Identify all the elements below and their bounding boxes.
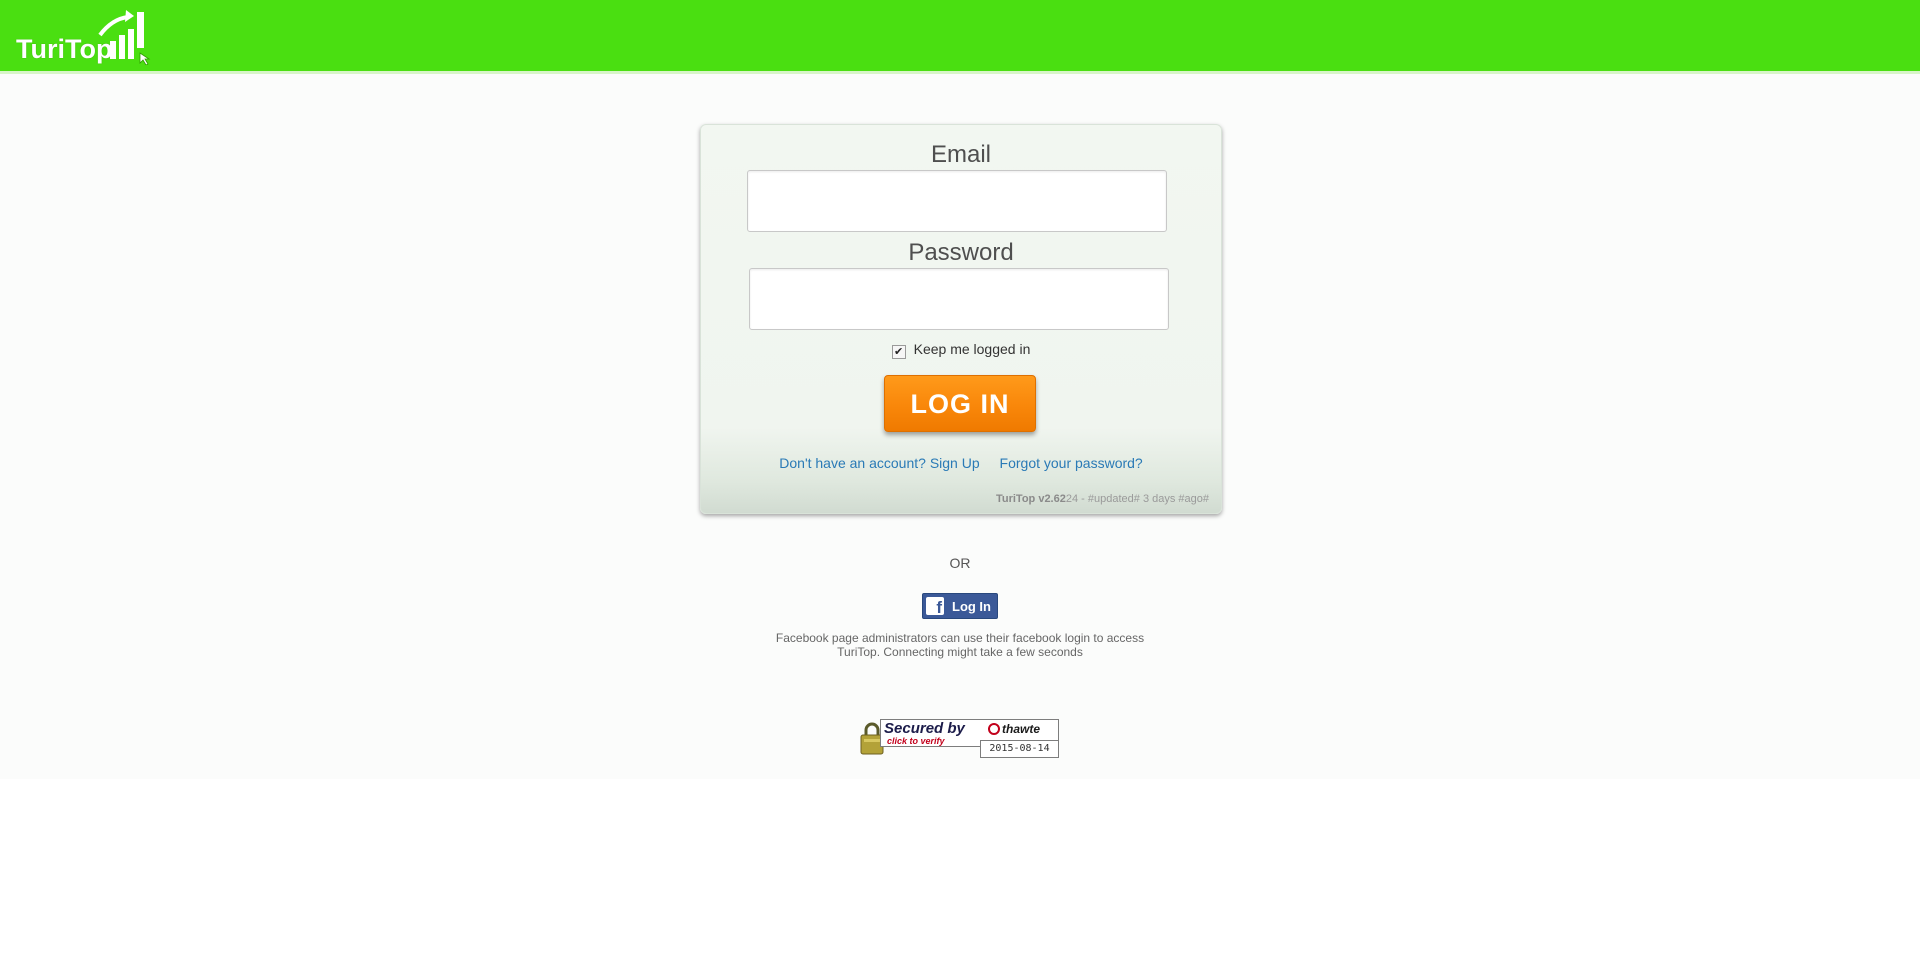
login-button[interactable]: LOG IN xyxy=(884,375,1036,432)
login-card: Email Password ✔ Keep me logged in LOG IN… xyxy=(700,124,1222,514)
facebook-login-note: Facebook page administrators can use the… xyxy=(775,631,1145,659)
seal-date: 2015-08-14 xyxy=(980,740,1059,758)
logo-chart-icon xyxy=(98,10,151,65)
password-input[interactable] xyxy=(749,268,1169,330)
top-header-bar: TuriTop xyxy=(0,0,1920,74)
or-separator: OR xyxy=(949,555,971,571)
email-input[interactable] xyxy=(747,170,1167,232)
account-links: Don't have an account? Sign Up Forgot yo… xyxy=(701,455,1221,471)
thawte-security-seal[interactable]: Secured by click to verify thawte 2015-0… xyxy=(860,718,1060,760)
password-label: Password xyxy=(908,239,1014,266)
seal-brand: thawte xyxy=(1002,722,1041,736)
version-updated: - #updated# 3 days #ago# xyxy=(1078,493,1209,505)
facebook-login-label: Log In xyxy=(952,599,991,614)
email-label: Email xyxy=(930,141,991,168)
seal-title: Secured by xyxy=(884,720,965,737)
turitop-logo[interactable]: TuriTop xyxy=(16,9,166,65)
version-build: 24 xyxy=(1065,493,1079,505)
facebook-login-button[interactable]: f Log In xyxy=(922,593,998,619)
facebook-icon: f xyxy=(926,597,944,615)
signup-link[interactable]: Don't have an account? Sign Up xyxy=(779,455,979,471)
version-name: TuriTop v2.62 xyxy=(995,493,1066,505)
seal-verify-text: click to verify xyxy=(887,736,945,746)
thawte-logo-icon xyxy=(988,723,1000,735)
keep-logged-in-row: ✔ Keep me logged in xyxy=(701,341,1221,359)
keep-logged-in-checkbox[interactable]: ✔ xyxy=(891,345,906,359)
forgot-password-link[interactable]: Forgot your password? xyxy=(1000,455,1143,471)
version-info: TuriTop v2.6224 - #updated# 3 days #ago# xyxy=(996,493,1209,505)
keep-logged-in-label[interactable]: Keep me logged in xyxy=(914,341,1031,357)
